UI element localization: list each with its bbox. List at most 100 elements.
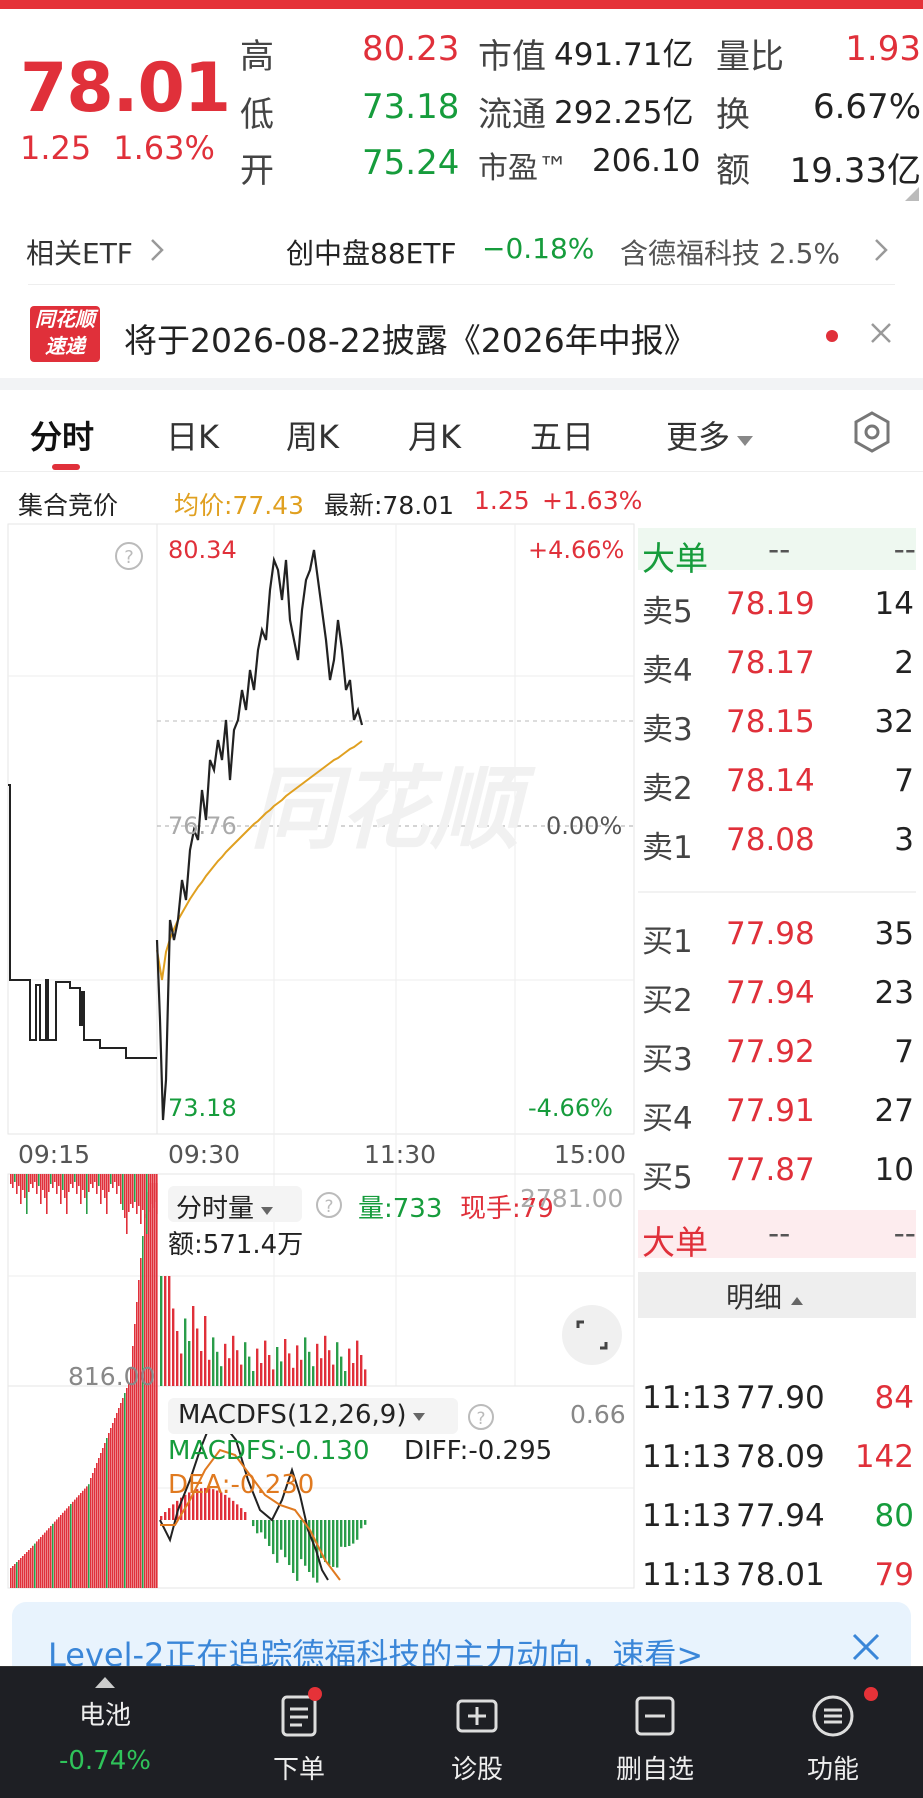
- ask-row[interactable]: 卖5 78.19 14: [640, 576, 918, 632]
- quote-header: 78.01 1.25 1.63% 高 80.23 低 73.18 开 75.24 …: [0, 9, 923, 209]
- remove-watchlist-button[interactable]: 删自选: [600, 1693, 710, 1786]
- pct-axis-top: +4.66%: [528, 536, 625, 564]
- ask-level-label: 卖4: [642, 653, 693, 689]
- help-icon[interactable]: ?: [466, 1402, 496, 1432]
- ask-quantity: 3: [894, 822, 914, 858]
- ask-row[interactable]: 卖2 78.14 7: [640, 753, 918, 809]
- auction-volume-bar: [24, 1554, 26, 1588]
- amount-label: 额: [716, 151, 750, 191]
- volume-bar: [204, 1316, 207, 1386]
- auction-volume-bar: [28, 1550, 30, 1588]
- trade-row: 11:13 78.09 142: [640, 1435, 918, 1491]
- macd-bar: [240, 1508, 243, 1520]
- price-axis-bottom: 73.18: [168, 1094, 237, 1122]
- tab-more[interactable]: 更多: [666, 412, 754, 458]
- tab-daily-k[interactable]: 日K: [166, 412, 219, 458]
- macd-bar: [244, 1512, 247, 1520]
- bid-price: 77.98: [726, 916, 815, 952]
- bid-level-label: 买4: [642, 1101, 693, 1137]
- change-amount: 1.25: [20, 129, 92, 167]
- volume-bar: [224, 1343, 227, 1386]
- related-etf-row[interactable]: 相关ETF 创中盘88ETF −0.18% 含德福科技 2.5%: [0, 212, 923, 285]
- bid-row[interactable]: 买5 77.87 10: [640, 1142, 918, 1198]
- auction-volume-bar: [72, 1174, 74, 1188]
- auction-volume-max: 816.00: [68, 1362, 156, 1391]
- auction-volume-bar: [144, 1214, 146, 1588]
- settings-hexagon-icon[interactable]: [850, 410, 894, 454]
- auction-volume-bar: [118, 1408, 120, 1588]
- auction-volume-bar: [130, 1174, 132, 1204]
- tab-five-day[interactable]: 五日: [530, 412, 594, 458]
- tab-weekly-k[interactable]: 周K: [286, 412, 339, 458]
- auction-volume-bar: [152, 1174, 154, 1208]
- tab-intraday[interactable]: 分时: [30, 412, 94, 458]
- auction-volume-bar: [116, 1174, 118, 1194]
- macd-bar: [356, 1520, 359, 1540]
- caret-up-icon: [791, 1297, 804, 1305]
- functions-button[interactable]: 功能: [778, 1693, 888, 1786]
- ask-quantity: 32: [874, 704, 914, 740]
- auction-volume-bar: [100, 1174, 102, 1204]
- price-axis-mid: 76.76: [168, 812, 237, 840]
- auction-volume-bar: [76, 1497, 78, 1588]
- auction-volume-bar: [124, 1393, 126, 1588]
- bottom-toolbar: 电池 -0.74% 下单 诊股 删自选 功能: [0, 1666, 923, 1798]
- auction-volume-bar: [90, 1174, 92, 1184]
- trade-time: 11:13: [642, 1439, 732, 1475]
- remove-watchlist-label: 删自选: [615, 1755, 694, 1785]
- auction-volume-bar: [46, 1530, 48, 1588]
- time-label: 09:30: [168, 1140, 241, 1169]
- volume-bar: [328, 1350, 331, 1386]
- ask-row[interactable]: 卖1 78.08 3: [640, 812, 918, 868]
- volume-bar: [332, 1364, 335, 1386]
- auction-volume-bar: [104, 1443, 106, 1588]
- bid-row[interactable]: 买4 77.91 27: [640, 1083, 918, 1139]
- intraday-chart-area[interactable]: 同花顺 ? 80.34 76.76 73.18 +4.66% 0.00% -4.…: [0, 520, 923, 1600]
- auction-volume-bar: [120, 1174, 122, 1204]
- expand-corner-icon[interactable]: [905, 187, 919, 201]
- auction-price-line: [8, 784, 157, 1059]
- sector-name: 电池: [78, 1701, 131, 1731]
- volume-bar: [360, 1355, 363, 1386]
- auction-volume-bar: [136, 1302, 138, 1588]
- close-icon[interactable]: [870, 322, 892, 344]
- tab-monthly-k[interactable]: 月K: [408, 412, 461, 458]
- fullscreen-button[interactable]: [562, 1305, 622, 1365]
- auction-volume-bar: [94, 1174, 96, 1182]
- auction-volume-bar: [10, 1568, 12, 1588]
- auction-volume-bar: [110, 1428, 112, 1588]
- auction-volume-bar: [48, 1174, 50, 1192]
- auction-volume-bar: [46, 1174, 48, 1214]
- diagnose-button[interactable]: 诊股: [422, 1693, 532, 1786]
- close-icon[interactable]: [851, 1632, 881, 1662]
- ask-quantity: 2: [894, 645, 914, 681]
- bid-row[interactable]: 买1 77.98 35: [640, 906, 918, 962]
- volume-bar: [184, 1318, 187, 1386]
- help-icon[interactable]: ?: [314, 1190, 344, 1220]
- bid-row[interactable]: 买2 77.94 23: [640, 965, 918, 1021]
- help-icon[interactable]: ?: [115, 542, 143, 570]
- macd-bar: [328, 1520, 331, 1566]
- ask-row[interactable]: 卖3 78.15 32: [640, 694, 918, 750]
- watch-sector[interactable]: 电池 -0.74%: [50, 1675, 160, 1776]
- intraday-volume-bars: [160, 1276, 367, 1386]
- detail-toggle[interactable]: 明细: [726, 1276, 804, 1316]
- news-notice[interactable]: 同花顺 速递 将于2026-08-22披露《2026年中报》: [0, 286, 923, 378]
- ask-row[interactable]: 卖4 78.17 2: [640, 635, 918, 691]
- volume-indicator-select[interactable]: 分时量: [176, 1188, 274, 1225]
- auction-volume-bar: [116, 1413, 118, 1588]
- bid-quantity: 7: [894, 1034, 914, 1070]
- volume-bar: [216, 1351, 219, 1386]
- auction-volume-bar: [140, 1174, 142, 1224]
- auction-volume-bar: [52, 1174, 54, 1188]
- place-order-button[interactable]: 下单: [244, 1693, 354, 1786]
- news-text[interactable]: 将于2026-08-22披露《2026年中报》: [124, 314, 697, 362]
- latest-change-pct: +1.63%: [542, 486, 643, 515]
- etf-name[interactable]: 创中盘88ETF: [286, 232, 457, 272]
- auction-volume-bar: [138, 1174, 140, 1206]
- divider: [28, 284, 895, 285]
- bid-row[interactable]: 买3 77.92 7: [640, 1024, 918, 1080]
- macd-bar: [364, 1520, 367, 1525]
- macd-indicator-select[interactable]: MACDFS(12,26,9): [178, 1400, 426, 1430]
- volume-bar: [356, 1340, 359, 1386]
